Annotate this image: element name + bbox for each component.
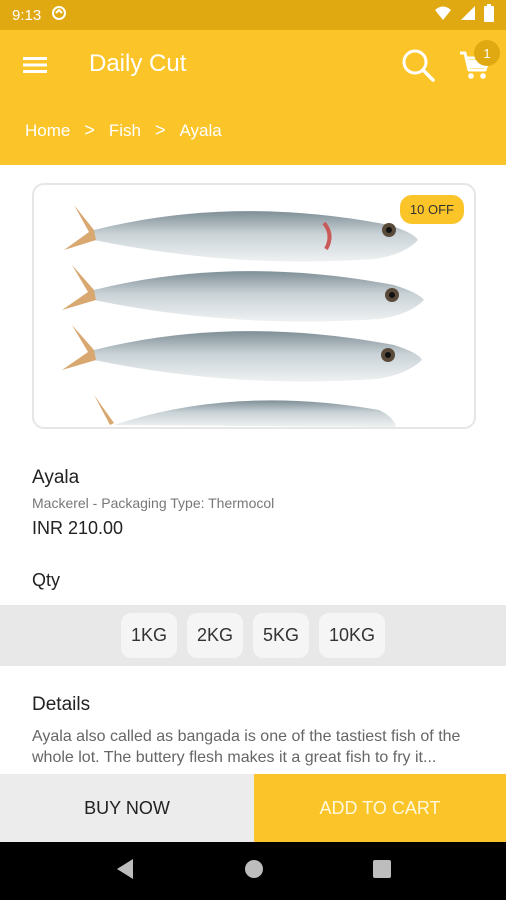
breadcrumb: Home > Fish > Ayala bbox=[25, 120, 222, 141]
breadcrumb-fish[interactable]: Fish bbox=[109, 121, 141, 141]
battery-icon bbox=[484, 4, 494, 26]
details-title: Details bbox=[32, 694, 91, 715]
breadcrumb-separator: > bbox=[84, 120, 95, 140]
qty-option-2kg[interactable]: 2KG bbox=[186, 613, 243, 658]
app-bar: Daily Cut 1 Home > Fish > Ayala bbox=[0, 30, 506, 165]
discount-badge: 10 OFF bbox=[399, 195, 464, 224]
breadcrumb-separator: > bbox=[155, 120, 166, 140]
product-price: INR 210.00 bbox=[32, 518, 124, 538]
qty-option-1kg[interactable]: 1KG bbox=[120, 613, 177, 658]
recents-icon[interactable] bbox=[373, 859, 392, 883]
signal-icon bbox=[460, 5, 476, 25]
product-image-card: 10 OFF bbox=[32, 183, 476, 429]
qty-options: 1KG 2KG 5KG 10KG bbox=[0, 605, 506, 666]
breadcrumb-home[interactable]: Home bbox=[25, 121, 70, 141]
product-name: Ayala bbox=[32, 467, 80, 488]
back-icon[interactable] bbox=[115, 858, 135, 885]
qty-option-5kg[interactable]: 5KG bbox=[253, 613, 310, 658]
qty-label: Qty bbox=[32, 570, 61, 590]
menu-icon[interactable] bbox=[22, 52, 48, 78]
details-text: Ayala also called as bangada is one of t… bbox=[32, 728, 461, 766]
buy-now-button[interactable]: BUY NOW bbox=[0, 774, 254, 842]
cart-count-badge: 1 bbox=[474, 40, 500, 66]
search-icon[interactable] bbox=[400, 47, 436, 83]
wifi-icon bbox=[434, 5, 452, 25]
home-icon[interactable] bbox=[244, 859, 264, 884]
breadcrumb-current: Ayala bbox=[179, 120, 222, 140]
status-time: 9:13 bbox=[12, 6, 42, 24]
data-saver-icon bbox=[51, 5, 67, 25]
system-navigation-bar bbox=[0, 842, 506, 900]
app-title: Daily Cut bbox=[89, 50, 187, 77]
product-subtitle: Mackerel - Packaging Type: Thermocol bbox=[32, 495, 275, 511]
add-to-cart-button[interactable]: ADD TO CART bbox=[254, 774, 506, 842]
qty-option-10kg[interactable]: 10KG bbox=[319, 613, 386, 658]
action-bar: BUY NOW ADD TO CART bbox=[0, 774, 506, 842]
status-bar: 9:13 bbox=[0, 0, 506, 30]
